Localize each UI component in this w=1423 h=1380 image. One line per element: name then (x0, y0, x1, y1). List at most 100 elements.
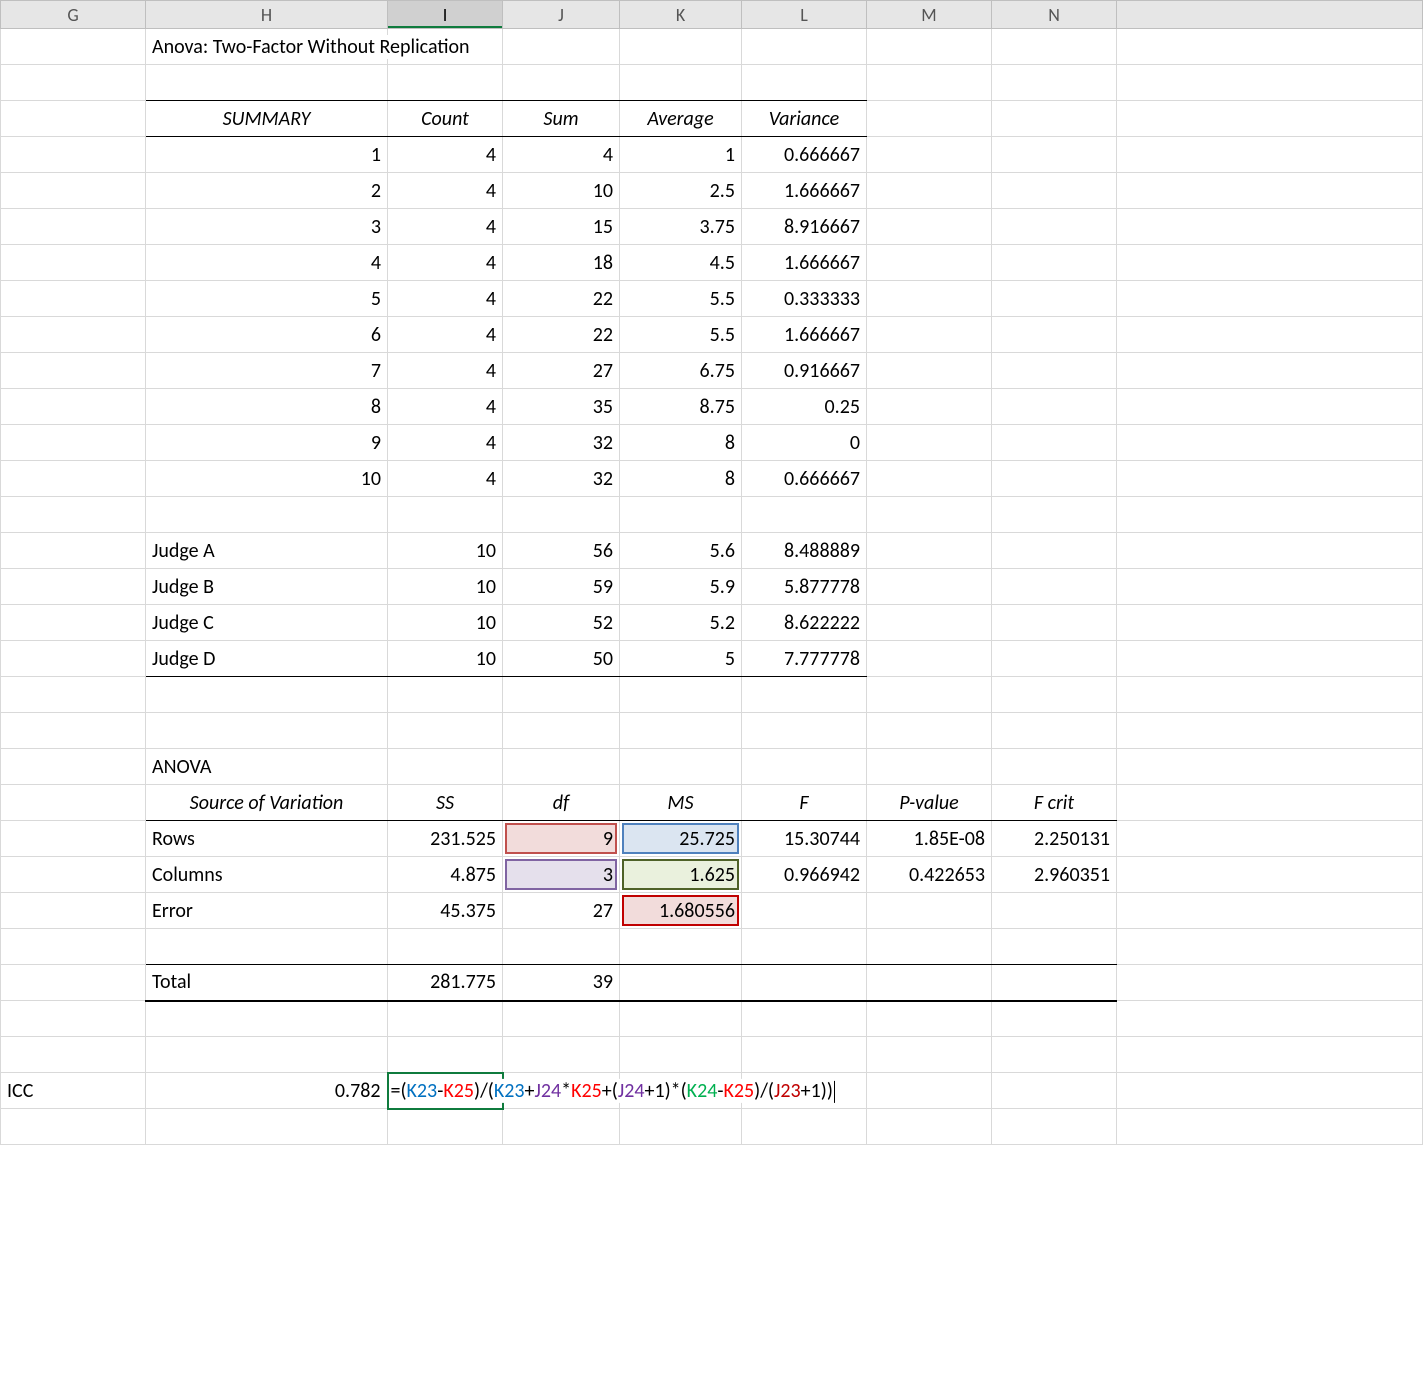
cell-K[interactable] (620, 497, 742, 533)
cell-G[interactable] (1, 101, 146, 137)
cell-L[interactable]: 0.916667 (742, 353, 867, 389)
cell[interactable] (1117, 137, 1423, 173)
cell-M[interactable] (867, 893, 992, 929)
cell-I[interactable]: 10 (388, 569, 503, 605)
cell-N[interactable] (992, 389, 1117, 425)
cell-J[interactable]: 50 (503, 641, 620, 677)
cell-G[interactable] (1, 137, 146, 173)
cell-G[interactable] (1, 533, 146, 569)
cell[interactable] (1117, 929, 1423, 965)
ref-K25[interactable]: 1.680556 (620, 893, 742, 929)
cell-L[interactable] (742, 713, 867, 749)
cell-M[interactable] (867, 209, 992, 245)
cell-L[interactable]: 1.666667 (742, 317, 867, 353)
cell-J[interactable] (503, 29, 620, 65)
cell-K[interactable] (620, 929, 742, 965)
cell-K[interactable] (620, 1037, 742, 1073)
cell-L[interactable]: 8.488889 (742, 533, 867, 569)
cell-N[interactable] (992, 1037, 1117, 1073)
cell-J[interactable] (503, 65, 620, 101)
cell-J[interactable]: 32 (503, 461, 620, 497)
cell-G[interactable] (1, 65, 146, 101)
icc-label[interactable]: ICC (1, 1073, 146, 1109)
cell-J[interactable] (503, 1109, 620, 1145)
cell-L[interactable]: 8.916667 (742, 209, 867, 245)
cell-J[interactable]: 10 (503, 173, 620, 209)
cell-N[interactable] (992, 1001, 1117, 1037)
cell-I[interactable] (388, 749, 503, 785)
cell-J[interactable]: 4 (503, 137, 620, 173)
cell-K[interactable]: 8 (620, 461, 742, 497)
col-header-N[interactable]: N (992, 1, 1117, 29)
cell-N[interactable] (992, 569, 1117, 605)
cell[interactable] (1117, 857, 1423, 893)
cell-J[interactable]: 52 (503, 605, 620, 641)
cell-G[interactable] (1, 353, 146, 389)
cell-M[interactable] (867, 173, 992, 209)
cell-K[interactable]: 5.6 (620, 533, 742, 569)
cell-J[interactable]: Sum (503, 101, 620, 137)
cell-K[interactable] (620, 749, 742, 785)
cell-N[interactable] (992, 893, 1117, 929)
cell-L[interactable] (742, 497, 867, 533)
cell-G[interactable] (1, 245, 146, 281)
cell-M[interactable] (867, 929, 992, 965)
cell-H[interactable] (146, 497, 388, 533)
cell-I[interactable]: 4 (388, 461, 503, 497)
cell-M[interactable] (867, 245, 992, 281)
cell-K[interactable] (620, 1109, 742, 1145)
cell[interactable] (1117, 821, 1423, 857)
cell-K[interactable] (620, 65, 742, 101)
cell-N[interactable] (992, 425, 1117, 461)
cell-I[interactable] (388, 713, 503, 749)
cell-M[interactable] (867, 461, 992, 497)
cell-M[interactable] (867, 677, 992, 713)
cell-L[interactable]: 0 (742, 425, 867, 461)
col-header-I[interactable]: I (388, 1, 503, 29)
cell-I[interactable]: 4 (388, 317, 503, 353)
cell-N[interactable] (992, 245, 1117, 281)
cell-M[interactable] (867, 425, 992, 461)
cell-G[interactable] (1, 461, 146, 497)
cell-H[interactable]: Rows (146, 821, 388, 857)
cell-I[interactable] (388, 677, 503, 713)
cell-K[interactable] (620, 1001, 742, 1037)
cell-L[interactable] (742, 893, 867, 929)
cell-L[interactable] (742, 929, 867, 965)
cell-J[interactable] (503, 713, 620, 749)
cell[interactable] (1117, 1037, 1423, 1073)
cell-H[interactable]: Error (146, 893, 388, 929)
cell-M[interactable] (867, 1037, 992, 1073)
cell-M[interactable] (867, 605, 992, 641)
cell-G[interactable] (1, 1109, 146, 1145)
cell-M[interactable] (867, 749, 992, 785)
cell-K[interactable]: 8.75 (620, 389, 742, 425)
cell-N[interactable] (992, 533, 1117, 569)
icc-value[interactable]: 0.782 (146, 1073, 388, 1109)
cell-I[interactable]: Count (388, 101, 503, 137)
cell-H[interactable] (146, 65, 388, 101)
cell-M[interactable]: P-value (867, 785, 992, 821)
ref-K24[interactable]: 1.625 (620, 857, 742, 893)
cell-G[interactable] (1, 29, 146, 65)
cell[interactable] (1117, 569, 1423, 605)
cell[interactable] (1117, 605, 1423, 641)
cell-G[interactable] (1, 569, 146, 605)
cell[interactable] (1117, 173, 1423, 209)
cell-N[interactable]: F crit (992, 785, 1117, 821)
cell-H[interactable] (146, 929, 388, 965)
cell[interactable] (1117, 65, 1423, 101)
cell-H[interactable]: 1 (146, 137, 388, 173)
cell-N[interactable] (992, 353, 1117, 389)
cell-N[interactable] (992, 101, 1117, 137)
cell-J[interactable]: 22 (503, 281, 620, 317)
cell[interactable] (1117, 389, 1423, 425)
cell-G[interactable] (1, 929, 146, 965)
cell-K[interactable]: 4.5 (620, 245, 742, 281)
cell-L[interactable] (742, 1001, 867, 1037)
cell-G[interactable] (1, 173, 146, 209)
cell[interactable] (1117, 965, 1423, 1001)
cell-J[interactable]: 27 (503, 353, 620, 389)
cell[interactable] (1117, 461, 1423, 497)
cell-M[interactable] (867, 533, 992, 569)
